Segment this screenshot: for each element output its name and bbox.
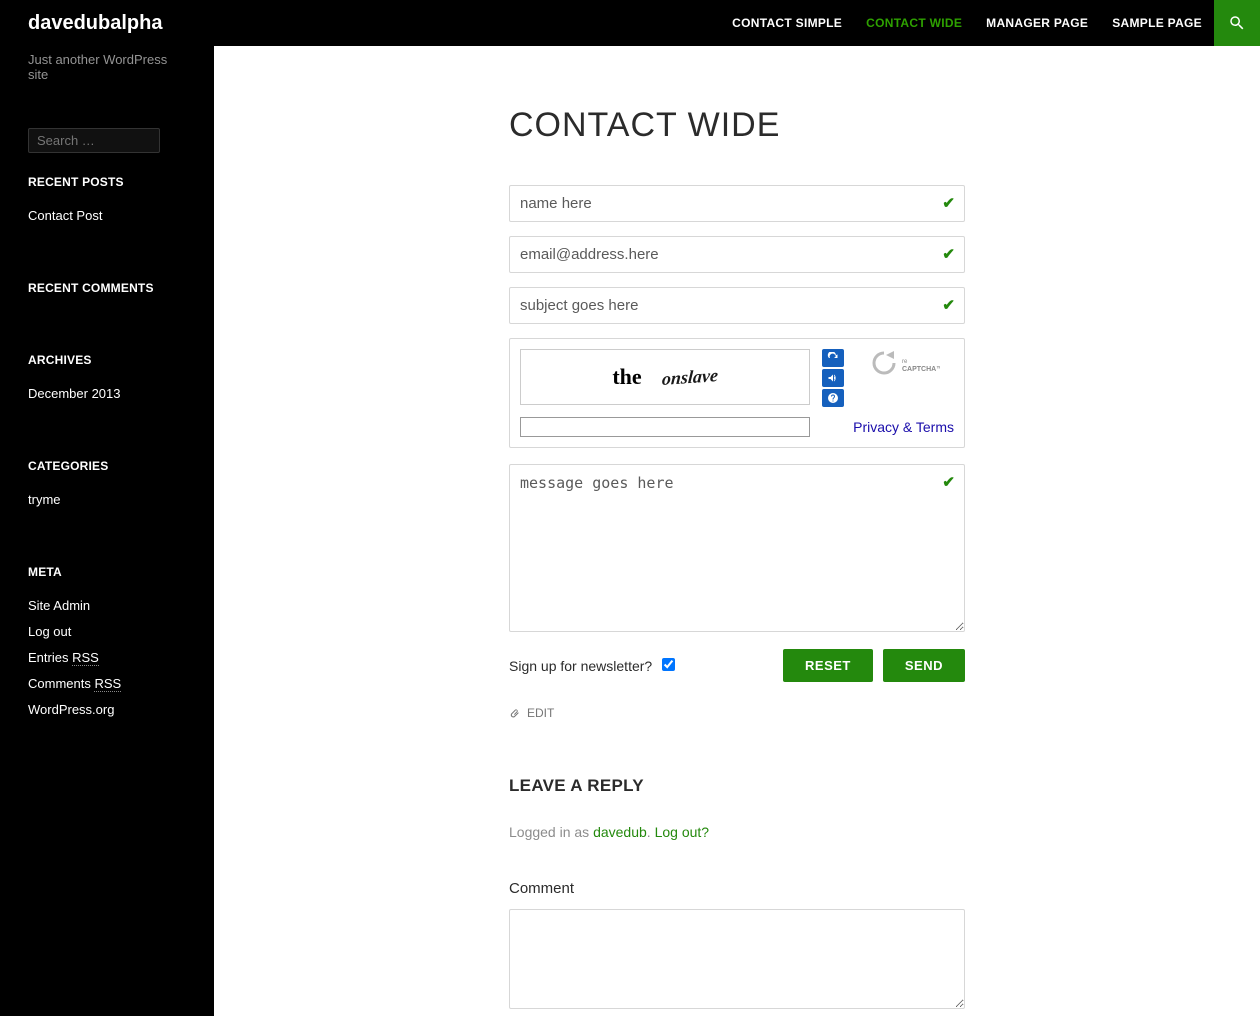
meta-logout-link[interactable]: Log out [28,624,71,639]
form-footer: Sign up for newsletter? RESET SEND [509,649,965,682]
widget-title: RECENT POSTS [28,175,186,189]
subject-input[interactable] [509,287,965,324]
name-field-wrap: ✔ [509,185,965,222]
message-textarea[interactable] [509,464,965,632]
sidebar: Just another WordPress site RECENT POSTS… [0,46,214,1016]
search-input[interactable] [28,128,160,153]
paperclip-icon [509,707,521,719]
meta-site-admin-link[interactable]: Site Admin [28,598,90,613]
nav-manager-page[interactable]: MANAGER PAGE [974,0,1100,46]
widget-title: META [28,565,186,579]
edit-label: EDIT [527,706,554,720]
page-title: CONTACT WIDE [509,106,965,145]
audio-icon [827,372,839,384]
check-icon: ✔ [942,296,955,314]
svg-text:re: re [902,359,908,365]
subject-field-wrap: ✔ [509,287,965,324]
archive-link[interactable]: December 2013 [28,386,121,401]
widget-archives: ARCHIVES December 2013 [28,353,186,401]
email-input[interactable] [509,236,965,273]
nav-contact-wide[interactable]: CONTACT WIDE [854,0,974,46]
edit-link[interactable]: EDIT [509,706,965,720]
captcha-image: the onslave [520,349,810,405]
main-content: CONTACT WIDE ✔ ✔ ✔ the onslave [214,46,1260,1016]
recaptcha-logo: re CAPTCHA™ [856,349,954,377]
logout-link[interactable]: Log out? [655,824,710,840]
captcha-help-button[interactable] [822,389,844,407]
help-icon [827,392,839,404]
captcha-privacy-terms-link[interactable]: Privacy & Terms [853,419,954,435]
newsletter-checkbox[interactable] [662,658,675,671]
captcha-audio-button[interactable] [822,369,844,387]
svg-text:CAPTCHA™: CAPTCHA™ [902,366,940,373]
search-toggle-button[interactable] [1214,0,1260,46]
nav-contact-simple[interactable]: CONTACT SIMPLE [720,0,854,46]
site-tagline: Just another WordPress site [28,52,186,82]
captcha-response-input[interactable] [520,417,810,437]
check-icon: ✔ [942,194,955,212]
search-icon [1228,14,1246,32]
widget-title: CATEGORIES [28,459,186,473]
top-bar: davedubalpha CONTACT SIMPLE CONTACT WIDE… [0,0,1260,46]
profile-link[interactable]: davedub [593,824,647,840]
recent-post-link[interactable]: Contact Post [28,208,102,223]
send-button[interactable]: SEND [883,649,965,682]
widget-meta: META Site Admin Log out Entries RSS Comm… [28,565,186,717]
logged-in-as: Logged in as davedub. Log out? [509,824,965,840]
captcha-controls [822,349,844,407]
recaptcha-logo-icon: re CAPTCHA™ [870,349,940,377]
reload-icon [827,352,839,364]
top-nav: CONTACT SIMPLE CONTACT WIDE MANAGER PAGE… [720,0,1260,46]
captcha-reload-button[interactable] [822,349,844,367]
leave-reply-heading: LEAVE A REPLY [509,776,965,796]
widget-title: RECENT COMMENTS [28,281,186,295]
name-input[interactable] [509,185,965,222]
widget-recent-posts: RECENT POSTS Contact Post [28,175,186,223]
check-icon: ✔ [942,245,955,263]
site-title-link[interactable]: davedubalpha [0,12,162,35]
widget-recent-comments: RECENT COMMENTS [28,281,186,295]
reset-button[interactable]: RESET [783,649,873,682]
email-field-wrap: ✔ [509,236,965,273]
widget-title: ARCHIVES [28,353,186,367]
recaptcha-box: the onslave re CAPTCHA™ [509,338,965,448]
category-link[interactable]: tryme [28,492,61,507]
comment-textarea[interactable] [509,909,965,1009]
check-icon: ✔ [942,473,955,491]
comment-label: Comment [509,880,965,897]
nav-sample-page[interactable]: SAMPLE PAGE [1100,0,1214,46]
newsletter-label[interactable]: Sign up for newsletter? [509,658,675,674]
meta-wporg-link[interactable]: WordPress.org [28,702,114,717]
widget-categories: CATEGORIES tryme [28,459,186,507]
message-field-wrap: ✔ [509,464,965,635]
meta-comments-rss-link[interactable]: Comments RSS [28,676,121,692]
meta-entries-rss-link[interactable]: Entries RSS [28,650,99,666]
